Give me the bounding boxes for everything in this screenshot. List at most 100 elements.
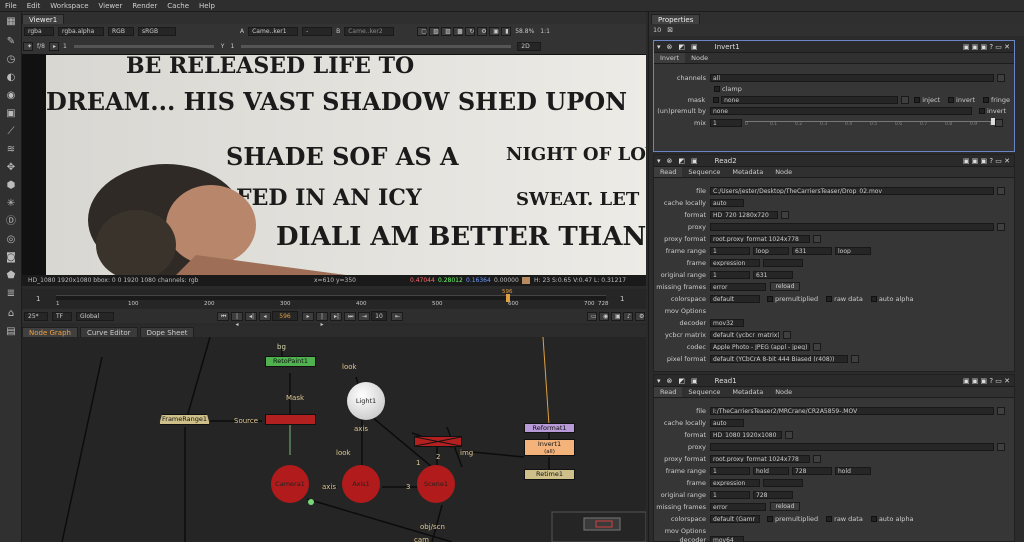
tab-metadata[interactable]: Metadata bbox=[726, 167, 769, 177]
3d-icon[interactable]: ⬢ bbox=[5, 180, 17, 192]
tab-node[interactable]: Node bbox=[769, 387, 798, 397]
first-frame-icon[interactable]: ⏮ bbox=[217, 311, 229, 321]
channel-dropdown[interactable]: rgba.alpha bbox=[58, 27, 104, 36]
gain-arrow-icon[interactable]: ▸ bbox=[48, 42, 59, 51]
lock-panel-icon[interactable]: ⊠ bbox=[667, 26, 673, 34]
close-panel-icon[interactable]: ⊗ bbox=[667, 43, 673, 51]
views-icon[interactable]: ◎ bbox=[5, 234, 17, 246]
invert-premult-checkbox[interactable] bbox=[979, 107, 985, 114]
menu-cache[interactable]: Cache bbox=[167, 2, 189, 10]
first-frame-field[interactable]: 1 bbox=[710, 466, 750, 475]
before-dropdown[interactable]: hold bbox=[753, 466, 789, 475]
node-reformat[interactable]: Reformat1 bbox=[524, 423, 575, 433]
first-frame-field[interactable]: 1 bbox=[710, 246, 750, 255]
clamp-checkbox[interactable] bbox=[714, 85, 720, 92]
pixel-format-dropdown[interactable]: default (YCbCrA 8-bit 444 Biased (r408)) bbox=[710, 354, 848, 363]
tab-read[interactable]: Read bbox=[654, 167, 683, 177]
read2-file-field[interactable]: C:/Users/jester/Desktop/TheCarriersTease… bbox=[710, 186, 994, 195]
premultiplied-checkbox[interactable] bbox=[767, 295, 773, 302]
filter-icon[interactable]: ▣ bbox=[5, 108, 17, 120]
read2-node-name[interactable]: Read2 bbox=[715, 157, 737, 165]
node-graph[interactable]: bg RetoPaint1 Mask FrameRange1 Source lo… bbox=[22, 337, 646, 542]
proxy-format-dropdown[interactable]: root.proxy_format 1024x778 bbox=[710, 454, 810, 463]
menu-file[interactable]: File bbox=[5, 2, 17, 10]
current-frame-field[interactable]: 596 bbox=[272, 311, 298, 321]
collapse-icon[interactable]: ▾ bbox=[657, 157, 661, 165]
audio-icon[interactable]: ♪ bbox=[623, 311, 633, 321]
orig-last-field[interactable]: 631 bbox=[753, 270, 793, 279]
menu-render[interactable]: Render bbox=[132, 2, 157, 10]
deep-icon[interactable]: Ⓓ bbox=[5, 216, 17, 228]
mask-dropdown[interactable]: none bbox=[721, 95, 899, 104]
step-field[interactable]: 10 bbox=[371, 311, 387, 321]
paint-brush-icon[interactable]: ✎ bbox=[5, 36, 17, 48]
proxy-field[interactable] bbox=[710, 442, 994, 451]
reload-button[interactable]: reload bbox=[770, 502, 800, 511]
channels-dropdown[interactable]: all bbox=[710, 73, 994, 82]
proxy-ratio[interactable]: 1:1 bbox=[540, 28, 550, 35]
timeline-end[interactable]: 1 bbox=[620, 295, 624, 303]
zoom-level[interactable]: 58.8% bbox=[515, 28, 534, 35]
after-dropdown[interactable]: loop bbox=[835, 246, 871, 255]
next-frame-icon[interactable]: |▸ bbox=[316, 311, 328, 328]
raw-data-checkbox[interactable] bbox=[826, 515, 833, 522]
panel-header-buttons[interactable]: ▣ ▣ ▣ ? ▭ ✕ bbox=[963, 157, 1010, 165]
collapse-icon[interactable]: ▾ bbox=[657, 377, 661, 385]
after-dropdown[interactable]: hold bbox=[835, 466, 871, 475]
frame-mode-dropdown[interactable]: expression bbox=[710, 478, 760, 487]
tab-read[interactable]: Read bbox=[654, 387, 683, 397]
decoder-dropdown[interactable]: mov64 bbox=[710, 536, 744, 542]
raw-data-checkbox[interactable] bbox=[826, 295, 833, 302]
view-mode-dropdown[interactable]: 2D bbox=[517, 42, 542, 51]
timeline[interactable]: 1 1 100 200 300 400 500 600 700 728 596 … bbox=[22, 289, 646, 309]
tab-invert[interactable]: Invert bbox=[654, 53, 686, 63]
node-axis[interactable]: Axis1 bbox=[342, 465, 380, 503]
last-frame-field[interactable]: 631 bbox=[792, 246, 832, 255]
menu-help[interactable]: Help bbox=[199, 2, 215, 10]
tab-sequence[interactable]: Sequence bbox=[682, 167, 726, 177]
folder-icon[interactable] bbox=[997, 186, 1005, 195]
fps-dropdown[interactable]: 25* bbox=[24, 311, 48, 321]
orig-first-field[interactable]: 1 bbox=[710, 490, 750, 499]
flipbook-icon[interactable]: ◉ bbox=[599, 311, 609, 321]
merge-icon[interactable]: ≋ bbox=[5, 144, 17, 156]
invert-mask-checkbox[interactable] bbox=[948, 96, 955, 103]
ycbcr-dropdown[interactable]: default (ycbcr_matrix) bbox=[710, 330, 780, 339]
viewer-image[interactable]: DIALI AM BETTER THAN HE BE RELEASED LIFE… bbox=[46, 55, 646, 275]
colorspace-dropdown[interactable]: sRGB bbox=[138, 27, 176, 36]
channel-icon[interactable]: ◉ bbox=[5, 90, 17, 102]
clip-icon[interactable]: ▧ bbox=[429, 27, 440, 36]
folder-icon[interactable] bbox=[997, 406, 1005, 415]
menu-viewer[interactable]: Viewer bbox=[99, 2, 123, 10]
panel-header-buttons[interactable]: ▣ ▣ ▣ ? ▭ ✕ bbox=[963, 377, 1010, 385]
transform-icon[interactable]: ✥ bbox=[5, 162, 17, 174]
step-forward-icon[interactable]: ⇤ bbox=[391, 311, 403, 321]
clock-icon[interactable]: ◷ bbox=[5, 54, 17, 66]
format-dropdown[interactable]: HD_720 1280x720 bbox=[710, 210, 778, 219]
mix-slider[interactable]: 0 0.1 0.2 0.3 0.4 0.5 0.6 0.7 0.8 0.9 1 bbox=[745, 118, 995, 127]
panel-header-buttons[interactable]: ▣ ▣ ▣ ? ▭ ✕ bbox=[963, 43, 1010, 51]
inject-checkbox[interactable] bbox=[914, 96, 921, 103]
lock-icon[interactable]: ▣ bbox=[489, 27, 500, 36]
lock-range-icon[interactable]: ▣ bbox=[611, 311, 621, 321]
tab-metadata[interactable]: Metadata bbox=[726, 387, 769, 397]
node-color-icon[interactable]: ◩ bbox=[678, 377, 685, 385]
gear-icon[interactable]: ⚙ bbox=[477, 27, 488, 36]
last-frame-icon[interactable]: ⏭ bbox=[344, 311, 356, 321]
settings-icon[interactable]: ⚙ bbox=[635, 311, 645, 321]
tab-viewer1[interactable]: Viewer1 bbox=[22, 14, 65, 24]
gamma-value[interactable]: 1 bbox=[230, 43, 234, 50]
particles-icon[interactable]: ✳ bbox=[5, 198, 17, 210]
close-panel-icon[interactable]: ⊗ bbox=[667, 157, 673, 165]
draw-icon[interactable]: ⟋ bbox=[5, 126, 17, 138]
loop-icon[interactable]: ▭ bbox=[587, 311, 597, 321]
close-panel-icon[interactable]: ⊗ bbox=[667, 377, 673, 385]
prev-frame-icon[interactable]: ◂| bbox=[245, 311, 257, 321]
node-light[interactable]: Light1 bbox=[347, 382, 385, 420]
input-b-dropdown[interactable]: Came..ker2 bbox=[344, 27, 395, 36]
toolsets-icon[interactable]: ⬟ bbox=[5, 270, 17, 282]
furnace-icon[interactable]: ▤ bbox=[5, 326, 17, 338]
timeline-track[interactable] bbox=[56, 295, 606, 300]
compare-dropdown[interactable]: - bbox=[302, 27, 333, 36]
knob-icon[interactable]: ▣ bbox=[691, 377, 698, 385]
